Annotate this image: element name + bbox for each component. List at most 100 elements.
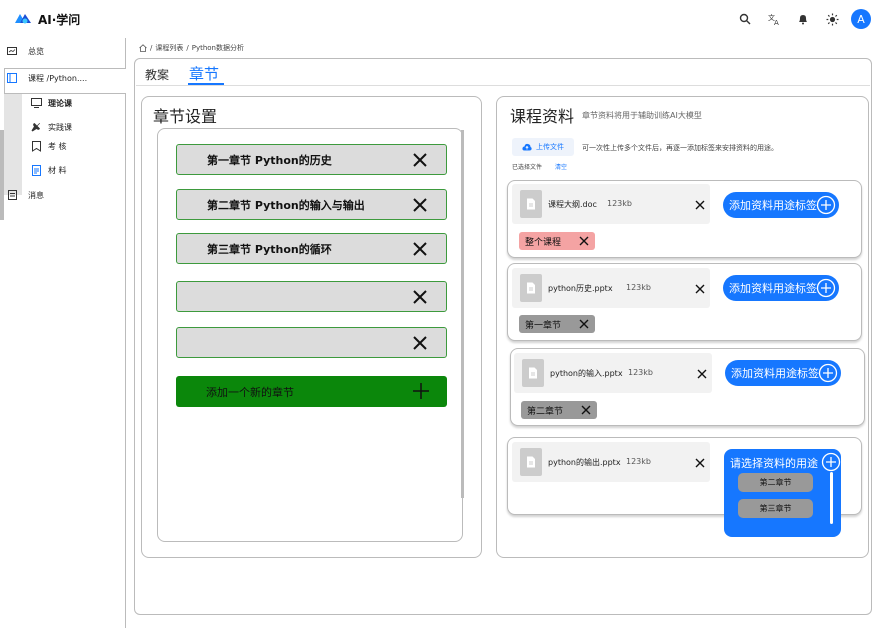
close-icon[interactable] bbox=[695, 200, 705, 210]
message-icon bbox=[6, 189, 18, 201]
tab-divider bbox=[136, 85, 870, 86]
plus-icon bbox=[413, 383, 429, 399]
tag-chip-label: 整个课程 bbox=[525, 237, 562, 248]
sidebar-subitem-material[interactable]: 材 料 bbox=[30, 160, 67, 180]
close-icon[interactable] bbox=[579, 236, 589, 246]
close-icon[interactable] bbox=[410, 287, 430, 307]
file-doc-icon bbox=[520, 190, 542, 218]
breadcrumb-item-course-list[interactable]: 课程列表 bbox=[155, 43, 183, 53]
app-title: AI·学问 bbox=[38, 13, 81, 27]
file-doc-icon bbox=[520, 274, 542, 302]
sidebar-scroll-strip bbox=[0, 130, 4, 220]
svg-text:A: A bbox=[774, 19, 779, 26]
monitor-icon bbox=[30, 97, 42, 109]
translate-icon[interactable]: 文A bbox=[766, 11, 782, 27]
sun-icon[interactable] bbox=[824, 11, 840, 27]
file-name: python的输出.pptx bbox=[548, 458, 621, 467]
app-logo bbox=[15, 14, 31, 24]
add-circle-icon bbox=[816, 195, 836, 215]
upload-file-label: 上传文件 bbox=[536, 143, 564, 151]
file-doc-icon bbox=[522, 359, 544, 387]
avatar[interactable]: A bbox=[851, 9, 871, 29]
file-name: 课程大纲.doc bbox=[548, 200, 597, 209]
tab-chapter[interactable]: 章节 bbox=[189, 63, 219, 84]
sidebar-submenu-bg bbox=[4, 93, 22, 195]
breadcrumb-separator: / bbox=[186, 44, 189, 52]
close-icon[interactable] bbox=[410, 195, 430, 215]
sidebar-subitem-label: 理论课 bbox=[48, 98, 72, 108]
chapter-settings-title: 章节设置 bbox=[153, 107, 218, 126]
chapter-item[interactable]: 第一章节 Python的历史 bbox=[176, 144, 447, 175]
sidebar-subitem-label: 材 料 bbox=[48, 165, 67, 175]
chapter-list-scrollbar[interactable] bbox=[461, 130, 464, 498]
add-tag-label: 添加资料用途标签 bbox=[729, 282, 817, 295]
sidebar-item-label: 课程 /Python.... bbox=[28, 73, 88, 83]
breadcrumb-item-current: Python数据分析 bbox=[191, 44, 244, 52]
close-icon[interactable] bbox=[410, 333, 430, 353]
selected-files-label: 已选择文件 bbox=[512, 164, 543, 171]
close-icon[interactable] bbox=[410, 150, 430, 170]
file-name: python的输入.pptx bbox=[550, 369, 623, 378]
dashboard-icon bbox=[6, 45, 18, 57]
add-tag-button[interactable]: 添加资料用途标签 bbox=[723, 192, 839, 218]
tag-chip[interactable]: 第一章节 bbox=[519, 315, 595, 333]
sidebar: 总览 课程 /Python.... 理论课 实践课 考 核 材 料 消息 bbox=[0, 38, 126, 628]
close-icon[interactable] bbox=[697, 369, 707, 379]
dropdown-scrollbar[interactable] bbox=[830, 472, 833, 524]
sidebar-subitem-exam[interactable]: 考 核 bbox=[30, 136, 67, 156]
sidebar-subitem-theory[interactable]: 理论课 bbox=[30, 93, 72, 113]
sidebar-item-messages[interactable]: 消息 bbox=[6, 184, 44, 206]
sidebar-item-course[interactable]: 课程 /Python.... bbox=[6, 67, 87, 89]
document-icon bbox=[30, 164, 42, 176]
dropdown-option[interactable]: 第三章节 bbox=[738, 499, 813, 518]
sidebar-subitem-label: 实践课 bbox=[48, 122, 72, 132]
resources-subtitle: 章节资料将用于辅助训练AI大模型 bbox=[582, 111, 702, 120]
file-size: 123kb bbox=[626, 457, 651, 466]
add-tag-label: 添加资料用途标签 bbox=[731, 367, 819, 380]
chapter-item-empty[interactable] bbox=[176, 327, 447, 358]
close-icon[interactable] bbox=[410, 239, 430, 259]
add-chapter-label: 添加一个新的章节 bbox=[206, 385, 294, 399]
tag-purpose-dropdown[interactable]: 请选择资料的用途 第二章节 第三章节 bbox=[724, 449, 841, 537]
chapter-item-empty[interactable] bbox=[176, 281, 447, 312]
tag-chip-label: 第一章节 bbox=[525, 320, 562, 331]
dropdown-option[interactable]: 第二章节 bbox=[738, 473, 813, 492]
upload-hint: 可一次性上传多个文件后，再逐一添加标签来安排资料的用途。 bbox=[582, 144, 778, 152]
add-tag-label: 添加资料用途标签 bbox=[729, 199, 817, 212]
upload-file-button[interactable]: 上传文件 bbox=[512, 138, 574, 156]
chapter-label: 第三章节 Python的循环 bbox=[207, 242, 332, 256]
chapter-label: 第一章节 Python的历史 bbox=[207, 153, 332, 167]
breadcrumb-separator: / bbox=[150, 44, 153, 52]
tab-lesson-plan[interactable]: 教案 bbox=[145, 66, 169, 83]
close-icon[interactable] bbox=[695, 284, 705, 294]
tag-chip-label: 第二章节 bbox=[527, 406, 564, 417]
tag-chip[interactable]: 整个课程 bbox=[519, 232, 595, 250]
breadcrumb: / 课程列表 / Python数据分析 bbox=[139, 43, 244, 53]
close-icon[interactable] bbox=[581, 405, 591, 415]
close-icon[interactable] bbox=[579, 319, 589, 329]
bell-icon[interactable] bbox=[795, 11, 811, 27]
chapter-item[interactable]: 第二章节 Python的输入与输出 bbox=[176, 189, 447, 220]
file-name: python历史.pptx bbox=[548, 284, 613, 293]
top-bar: AI·学问 文A A bbox=[0, 0, 882, 38]
sidebar-subitem-label: 考 核 bbox=[48, 141, 67, 151]
sidebar-item-overview[interactable]: 总览 bbox=[6, 40, 44, 62]
add-chapter-button[interactable]: 添加一个新的章节 bbox=[176, 376, 447, 407]
file-size: 123kb bbox=[628, 368, 653, 377]
file-size: 123kb bbox=[607, 199, 632, 208]
cloud-upload-icon bbox=[522, 143, 532, 151]
tag-chip[interactable]: 第二章节 bbox=[521, 401, 597, 419]
clear-files-link[interactable]: 清空 bbox=[555, 162, 567, 171]
resources-title: 课程资料 bbox=[510, 107, 575, 126]
close-icon[interactable] bbox=[695, 458, 705, 468]
sidebar-subitem-practice[interactable]: 实践课 bbox=[30, 117, 72, 137]
search-icon[interactable] bbox=[737, 11, 753, 27]
add-tag-button[interactable]: 添加资料用途标签 bbox=[725, 360, 841, 386]
dropdown-label: 请选择资料的用途 bbox=[730, 457, 818, 470]
add-circle-icon bbox=[816, 278, 836, 298]
add-tag-button[interactable]: 添加资料用途标签 bbox=[723, 275, 839, 301]
add-circle-icon[interactable] bbox=[821, 452, 841, 472]
home-icon[interactable] bbox=[139, 44, 147, 52]
chapter-item[interactable]: 第三章节 Python的循环 bbox=[176, 233, 447, 264]
add-circle-icon bbox=[818, 363, 838, 383]
